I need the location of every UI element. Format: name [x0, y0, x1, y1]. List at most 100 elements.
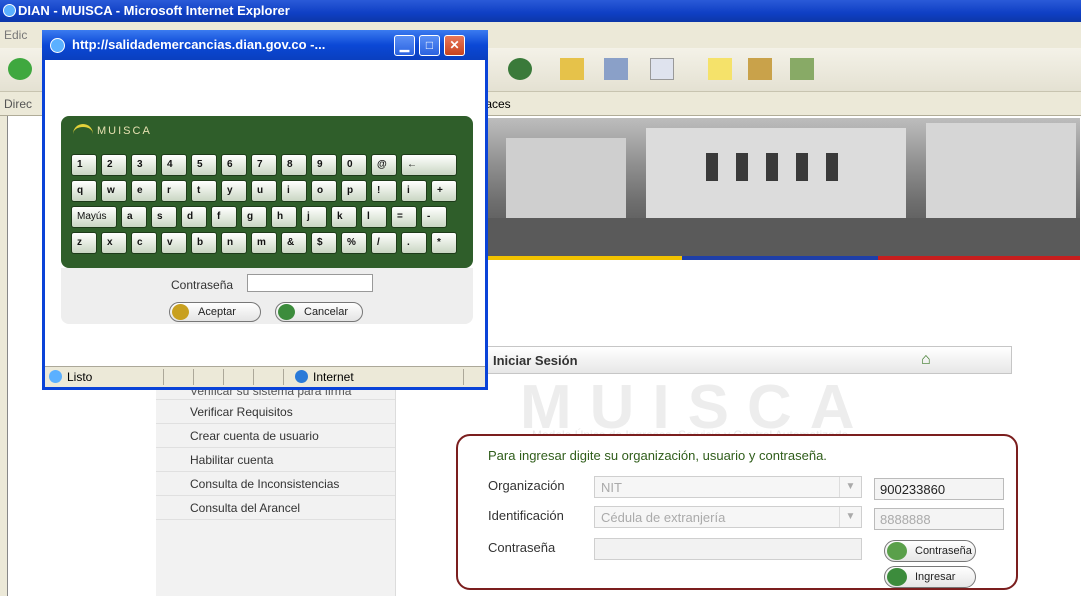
ingresar-button[interactable]: Ingresar [884, 566, 976, 588]
muisca-logo: MUISCA [73, 124, 152, 138]
organizacion-field[interactable]: 900233860 [874, 478, 1004, 500]
keyboard-key[interactable]: i [401, 180, 427, 202]
keyboard-key[interactable]: * [431, 232, 457, 254]
keyboard-key[interactable]: . [401, 232, 427, 254]
popup-password-input[interactable] [247, 274, 373, 292]
keyboard-key[interactable]: / [371, 232, 397, 254]
flag-stripe [486, 256, 1080, 260]
keyboard-key[interactable]: 6 [221, 154, 247, 176]
globe-icon [295, 370, 308, 383]
keyboard-key[interactable]: % [341, 232, 367, 254]
virtual-keyboard-button-label: Contraseña [915, 545, 972, 557]
keyboard-key[interactable]: $ [311, 232, 337, 254]
contrasena-label: Contraseña [488, 540, 556, 555]
keyboard-key[interactable]: l [361, 206, 387, 228]
keyboard-key[interactable]: ← [401, 154, 457, 176]
word-icon[interactable] [650, 58, 674, 80]
keyboard-key[interactable]: 0 [341, 154, 367, 176]
keyboard-key[interactable]: 1 [71, 154, 97, 176]
mail-icon[interactable] [560, 58, 584, 80]
keyboard-key[interactable]: c [131, 232, 157, 254]
side-menu-item-crear-cuenta[interactable]: Crear cuenta de usuario [156, 424, 395, 448]
messenger-icon[interactable] [790, 58, 814, 80]
keyboard-key[interactable]: y [221, 180, 247, 202]
keyboard-key[interactable]: h [271, 206, 297, 228]
keyboard-icon [887, 542, 907, 560]
login-icon [887, 568, 907, 586]
side-menu-item-verificar-requisitos[interactable]: Verificar Requisitos [156, 400, 395, 424]
contrasena-field[interactable] [594, 538, 862, 560]
internet-explorer-icon [3, 4, 16, 17]
keyboard-key[interactable]: p [341, 180, 367, 202]
keyboard-key[interactable]: @ [371, 154, 397, 176]
keyboard-key[interactable]: 9 [311, 154, 337, 176]
keyboard-key[interactable]: 8 [281, 154, 307, 176]
maximize-icon[interactable]: □ [419, 35, 440, 56]
keyboard-logo-text: MUISCA [97, 124, 152, 137]
keyboard-key[interactable]: f [211, 206, 237, 228]
back-icon[interactable] [8, 58, 32, 80]
keyboard-key[interactable]: = [391, 206, 417, 228]
keyboard-key[interactable]: j [301, 206, 327, 228]
side-menu-item-habilitar-cuenta[interactable]: Habilitar cuenta [156, 448, 395, 472]
identificacion-field[interactable]: 8888888 [874, 508, 1004, 530]
keyboard-key[interactable]: q [71, 180, 97, 202]
background-window-titlebar[interactable]: DIAN - MUISCA - Microsoft Internet Explo… [0, 0, 1081, 22]
page-icon [49, 370, 62, 383]
keyboard-key[interactable]: 3 [131, 154, 157, 176]
identificacion-select[interactable]: Cédula de extranjería ▼ [594, 506, 862, 528]
keyboard-key[interactable]: Mayús [71, 206, 117, 228]
keyboard-key[interactable]: r [161, 180, 187, 202]
popup-title: http://salidademercancias.dian.gov.co -.… [72, 37, 326, 52]
keyboard-key[interactable]: 4 [161, 154, 187, 176]
identificacion-label: Identificación [488, 508, 564, 523]
minimize-icon[interactable]: ▁ [394, 35, 415, 56]
keyboard-key[interactable]: i [281, 180, 307, 202]
keyboard-key[interactable]: g [241, 206, 267, 228]
menu-item-edit[interactable]: Edic [4, 28, 27, 42]
history-icon[interactable] [508, 58, 532, 80]
home-icon[interactable]: ⌂ [921, 352, 939, 368]
cancel-icon [278, 304, 295, 320]
note-icon[interactable] [708, 58, 732, 80]
banner-image [486, 118, 1080, 258]
keyboard-key[interactable]: k [331, 206, 357, 228]
keyboard-key[interactable]: w [101, 180, 127, 202]
virtual-keyboard-button[interactable]: Contraseña [884, 540, 976, 562]
keyboard-key[interactable]: n [221, 232, 247, 254]
keyboard-key[interactable]: x [101, 232, 127, 254]
keyboard-key[interactable]: o [311, 180, 337, 202]
keyboard-key[interactable]: - [421, 206, 447, 228]
chevron-down-icon: ▼ [839, 477, 861, 497]
aceptar-button[interactable]: Aceptar [169, 302, 261, 322]
organizacion-select[interactable]: NIT ▼ [594, 476, 862, 498]
keyboard-key[interactable]: ! [371, 180, 397, 202]
close-icon[interactable]: ✕ [444, 35, 465, 56]
keyboard-key[interactable]: m [251, 232, 277, 254]
keyboard-key[interactable]: u [251, 180, 277, 202]
side-menu-item-consulta-inconsistencias[interactable]: Consulta de Inconsistencias [156, 472, 395, 496]
keyboard-key[interactable]: a [121, 206, 147, 228]
left-window-edge [0, 116, 8, 596]
keyboard-key[interactable]: t [191, 180, 217, 202]
popup-titlebar[interactable]: http://salidademercancias.dian.gov.co -.… [42, 30, 488, 60]
keyboard-key[interactable]: z [71, 232, 97, 254]
cancelar-button[interactable]: Cancelar [275, 302, 363, 322]
keyboard-key[interactable]: & [281, 232, 307, 254]
keyboard-key[interactable]: + [431, 180, 457, 202]
keyboard-key[interactable]: 7 [251, 154, 277, 176]
cancelar-button-label: Cancelar [304, 306, 349, 318]
keyboard-key[interactable]: 2 [101, 154, 127, 176]
keyboard-key[interactable]: b [191, 232, 217, 254]
keyboard-key[interactable]: s [151, 206, 177, 228]
sun-icon [73, 124, 93, 138]
login-title: Iniciar Sesión [493, 353, 578, 368]
keyboard-key[interactable]: e [131, 180, 157, 202]
keyboard-key[interactable]: 5 [191, 154, 217, 176]
keyboard-key[interactable]: d [181, 206, 207, 228]
security-zone: Internet [313, 370, 354, 384]
keyboard-key[interactable]: v [161, 232, 187, 254]
side-menu-item-consulta-arancel[interactable]: Consulta del Arancel [156, 496, 395, 520]
print-icon[interactable] [604, 58, 628, 80]
research-icon[interactable] [748, 58, 772, 80]
